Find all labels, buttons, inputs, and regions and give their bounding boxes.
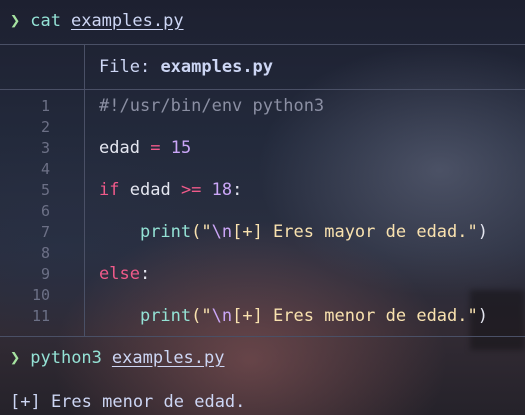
terminal-window[interactable]: ❯ cat examples.py File: examples.py 1 2 3 … [0,0,525,415]
argument-file-link[interactable]: examples.py [112,348,225,368]
function-name: print [139,306,192,326]
keyword: else [99,264,140,284]
code-line-else: else: [99,264,150,285]
number-literal: 15 [170,138,192,158]
escape-sequence: \n [211,222,233,242]
bat-gutter-separator [84,89,85,336]
line-number: 8 [40,244,50,262]
bat-top-rule [0,44,525,45]
operator: >= [180,180,202,200]
code-line-print-mayor: print("\n[+] Eres mayor de edad.") [99,222,488,243]
prompt-arrow-icon: ❯ [10,11,21,31]
code-line-assign: edad = 15 [99,138,191,159]
colon: : [139,264,151,284]
string-open: (" [191,222,212,242]
variable: edad [129,180,171,200]
close-paren: ) [477,222,488,242]
command-cat: cat [30,11,61,31]
colon: : [232,180,243,200]
argument-file-link[interactable]: examples.py [71,11,184,31]
line-number: 5 [40,181,50,199]
variable: edad [99,138,140,158]
line-number: 9 [40,265,50,283]
number-literal: 18 [211,180,233,200]
line-number: 2 [40,118,50,136]
code-line-if: if edad >= 18: [99,180,242,201]
escape-sequence: \n [211,306,233,326]
bat-header-separator [84,44,85,89]
file-name: examples.py [160,57,274,77]
bat-bottom-rule [0,336,525,337]
prompt-line-cat: ❯ cat examples.py [10,9,184,33]
shebang-comment: #!/usr/bin/env python3 [99,96,325,116]
line-number: 4 [40,160,50,178]
string-literal: [+] Eres mayor de edad." [232,222,478,242]
operator: = [150,138,161,158]
line-number: 3 [40,139,50,157]
bat-file-header: File: examples.py [99,55,273,79]
line-number: 1 [40,97,50,115]
file-label: File: [99,57,151,77]
code-line-print-menor: print("\n[+] Eres menor de edad.") [99,306,488,327]
bat-header-rule [0,89,525,90]
function-name: print [139,222,192,242]
close-paren: ) [477,306,488,326]
line-number: 7 [40,223,50,241]
prompt-line-python: ❯ python3 examples.py [10,346,225,370]
string-open: (" [191,306,212,326]
prompt-arrow-icon: ❯ [10,348,21,368]
line-number: 11 [31,307,50,325]
line-number: 6 [40,202,50,220]
line-number: 10 [31,286,50,304]
code-line-shebang: #!/usr/bin/env python3 [99,96,324,117]
command-python3: python3 [30,348,102,368]
keyword: if [99,180,120,200]
string-literal: [+] Eres menor de edad." [232,306,478,326]
program-output: [+] Eres menor de edad. [10,392,246,412]
